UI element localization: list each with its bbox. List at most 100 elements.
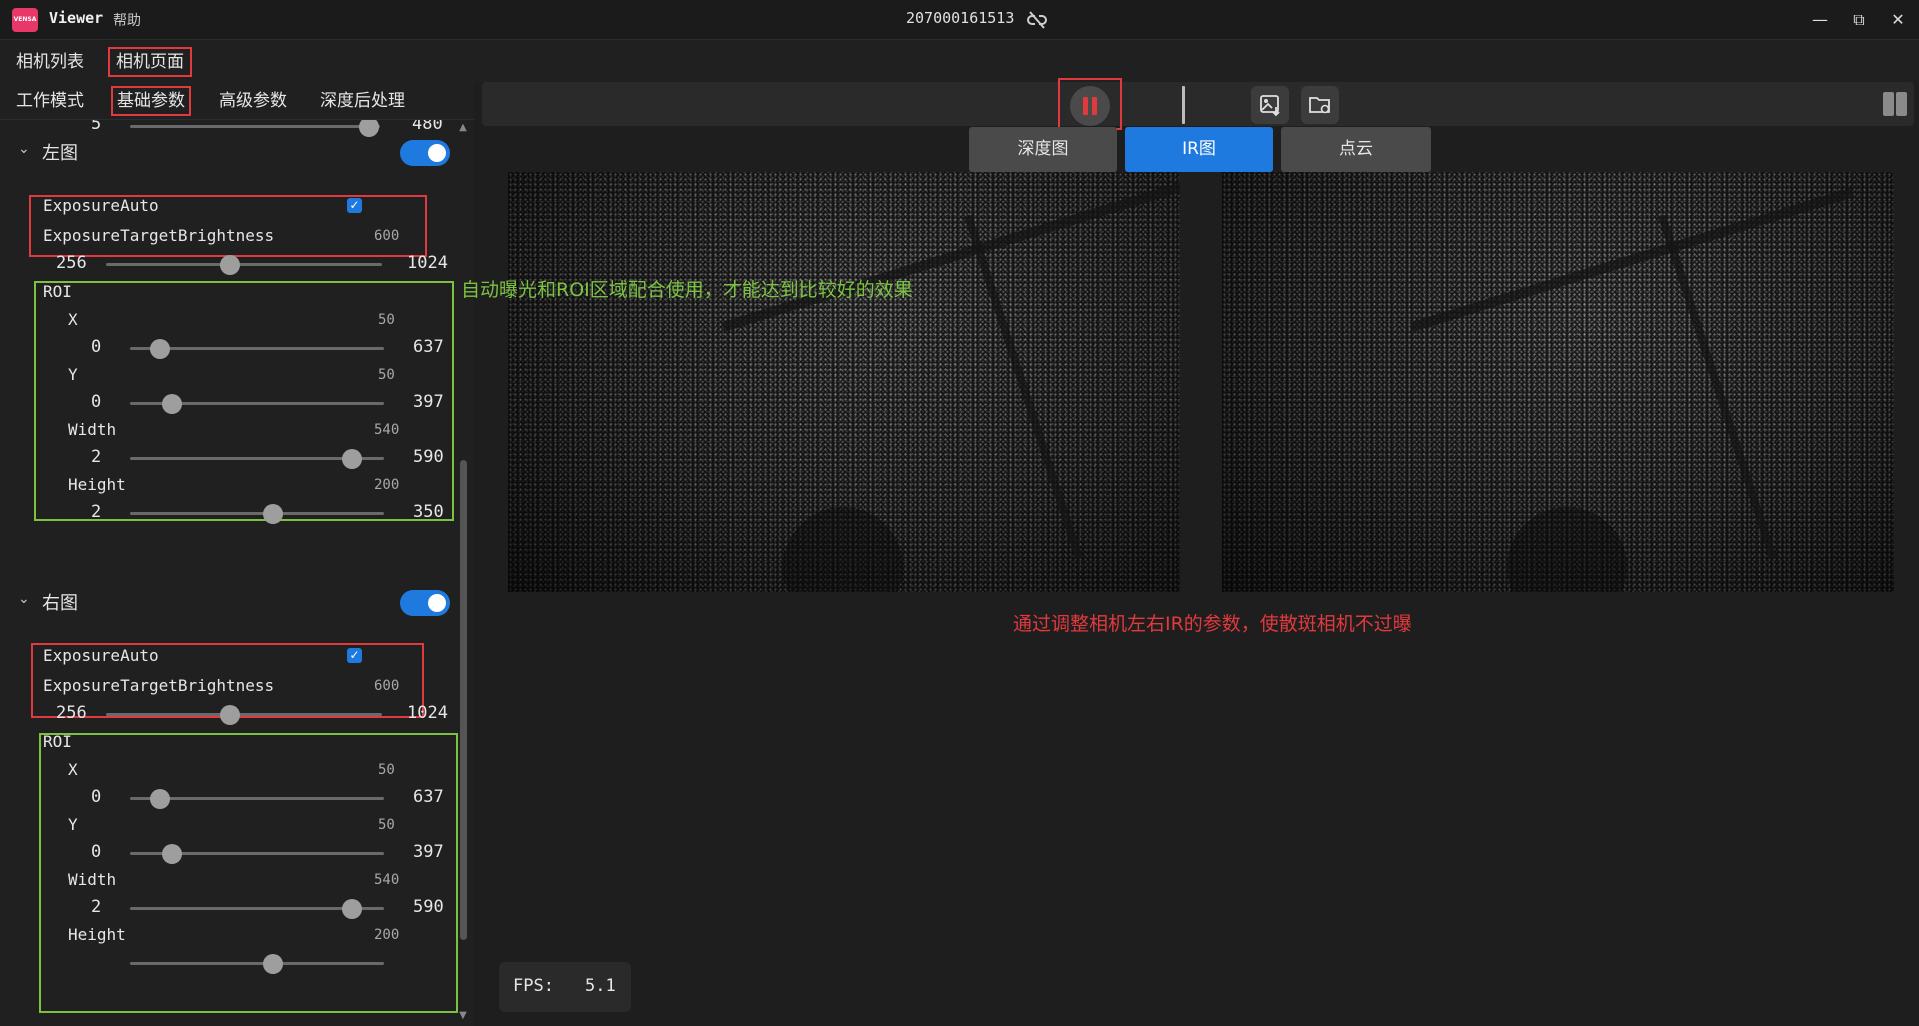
unlink-icon[interactable] xyxy=(1026,10,1048,30)
slider-thumb[interactable] xyxy=(263,954,283,974)
tab-camera-list[interactable]: 相机列表 xyxy=(10,47,90,77)
slider-min: 0 xyxy=(91,787,102,807)
slider-thumb[interactable] xyxy=(263,504,283,524)
top-tabs: 相机列表 相机页面 xyxy=(0,41,1919,82)
tab-point-cloud[interactable]: 点云 xyxy=(1281,127,1431,172)
slider-thumb[interactable] xyxy=(342,449,362,469)
slider-max: 637 xyxy=(413,337,444,357)
slider-max: 637 xyxy=(413,787,444,807)
folder-settings-button[interactable] xyxy=(1301,86,1339,124)
subtab-advanced-params[interactable]: 高级参数 xyxy=(215,86,291,116)
slider-min: 2 xyxy=(91,447,102,467)
roi-y-value: 50 xyxy=(378,817,395,833)
parameter-scroll-area[interactable]: 5 480 ⌄ 左图 ExposureAuto ✓ ExposureTarget… xyxy=(0,120,474,1026)
roi-height-slider[interactable] xyxy=(130,962,384,965)
roi-width-value: 540 xyxy=(374,872,400,888)
left-image-toggle[interactable] xyxy=(400,140,450,166)
slider-min: 2 xyxy=(91,502,102,522)
exposure-auto-checkbox[interactable]: ✓ xyxy=(347,198,362,213)
section-left-image[interactable]: ⌄ 左图 xyxy=(0,135,456,169)
section-title: 左图 xyxy=(42,143,78,164)
roi-y-value: 50 xyxy=(378,367,395,383)
roi-x-label: X xyxy=(68,310,78,329)
scroll-down-icon[interactable]: ▼ xyxy=(458,1010,468,1021)
scrollbar-thumb[interactable] xyxy=(460,460,467,940)
split-layout-icon[interactable] xyxy=(1882,91,1908,117)
help-menu[interactable]: 帮助 xyxy=(113,10,141,30)
target-brightness-value: 600 xyxy=(374,678,400,694)
scroll-up-icon[interactable]: ▲ xyxy=(458,122,468,133)
exposure-auto-checkbox[interactable]: ✓ xyxy=(347,648,362,663)
camera-serial: 207000161513 xyxy=(906,9,1015,27)
tab-ir-map[interactable]: IR图 xyxy=(1125,127,1273,172)
roi-x-label: X xyxy=(68,760,78,779)
slider-thumb[interactable] xyxy=(150,339,170,359)
roi-height-label: Height xyxy=(68,475,126,494)
slider-max: 397 xyxy=(413,392,444,412)
annotation-green: 自动曝光和ROI区域配合使用，才能达到比较好的效果 xyxy=(461,279,913,301)
fps-value: 5.1 xyxy=(585,976,616,996)
title-bar: VENSA Viewer 帮助 207000161513 — ⧉ ✕ xyxy=(0,0,1919,40)
roi-label: ROI xyxy=(43,732,72,751)
roi-width-label: Width xyxy=(68,870,117,889)
restore-button[interactable]: ⧉ xyxy=(1841,6,1877,34)
minimize-button[interactable]: — xyxy=(1802,6,1838,34)
slider-max: 1024 xyxy=(407,703,448,723)
subtab-depth-postprocess[interactable]: 深度后处理 xyxy=(316,86,409,116)
chevron-down-icon[interactable]: ⌄ xyxy=(18,591,30,607)
toolbar-divider xyxy=(1182,86,1185,124)
target-brightness-label: ExposureTargetBrightness xyxy=(43,676,275,695)
roi-y-label: Y xyxy=(68,815,78,834)
slider-thumb[interactable] xyxy=(162,394,182,414)
save-image-icon xyxy=(1260,95,1280,117)
target-brightness-label: ExposureTargetBrightness xyxy=(43,226,275,245)
slider-min: 0 xyxy=(91,337,102,357)
roi-width-label: Width xyxy=(68,420,117,439)
slider-min: 256 xyxy=(56,253,87,273)
folder-settings-icon xyxy=(1309,97,1330,114)
slider-max: 590 xyxy=(413,447,444,467)
roi-height-label: Height xyxy=(68,925,126,944)
parameter-sub-tabs: 工作模式 基础参数 高级参数 深度后处理 xyxy=(0,82,474,120)
roi-height-value: 200 xyxy=(374,477,400,493)
pause-button[interactable] xyxy=(1070,86,1110,126)
tab-camera-page[interactable]: 相机页面 xyxy=(108,47,192,77)
slider-thumb[interactable] xyxy=(150,789,170,809)
section-right-image[interactable]: ⌄ 右图 xyxy=(0,585,456,619)
right-image-toggle[interactable] xyxy=(400,590,450,616)
slider-thumb[interactable] xyxy=(162,844,182,864)
target-brightness-value: 600 xyxy=(374,228,400,244)
exposure-auto-label: ExposureAuto xyxy=(43,646,159,665)
target-brightness-slider[interactable] xyxy=(106,263,382,266)
fps-indicator: FPS: 5.1 xyxy=(499,962,631,1012)
slider-thumb[interactable] xyxy=(342,899,362,919)
subtab-work-mode[interactable]: 工作模式 xyxy=(12,86,88,116)
slider-max: 590 xyxy=(413,897,444,917)
pause-highlight-box xyxy=(1058,78,1122,130)
roi-height-slider[interactable] xyxy=(130,512,384,515)
roi-y-label: Y xyxy=(68,365,78,384)
roi-width-value: 540 xyxy=(374,422,400,438)
slider-max: 350 xyxy=(413,502,444,522)
slider-thumb[interactable] xyxy=(220,705,240,725)
slider-track[interactable] xyxy=(130,125,380,128)
close-button[interactable]: ✕ xyxy=(1880,6,1916,34)
tab-depth-map[interactable]: 深度图 xyxy=(969,127,1117,172)
app-name: Viewer xyxy=(49,9,104,27)
right-ir-image xyxy=(1222,172,1894,592)
panel-scrollbar[interactable]: ▲ ▼ xyxy=(456,120,470,1026)
target-brightness-slider[interactable] xyxy=(106,713,382,716)
parameter-panel: 工作模式 基础参数 高级参数 深度后处理 5 480 ⌄ 左图 Exposure… xyxy=(0,82,474,1026)
slider-max: 1024 xyxy=(407,253,448,273)
save-image-button[interactable] xyxy=(1251,86,1289,124)
section-title: 右图 xyxy=(42,593,78,614)
chevron-down-icon[interactable]: ⌄ xyxy=(18,141,30,157)
app-logo: VENSA xyxy=(12,8,38,32)
left-ir-image xyxy=(508,172,1180,592)
slider-thumb[interactable] xyxy=(220,255,240,275)
slider-min: 256 xyxy=(56,703,87,723)
camera-view-panel: 深度图 IR图 点云 xyxy=(480,78,1919,1026)
roi-x-value: 50 xyxy=(378,312,395,328)
roi-x-value: 50 xyxy=(378,762,395,778)
subtab-basic-params[interactable]: 基础参数 xyxy=(111,86,191,116)
